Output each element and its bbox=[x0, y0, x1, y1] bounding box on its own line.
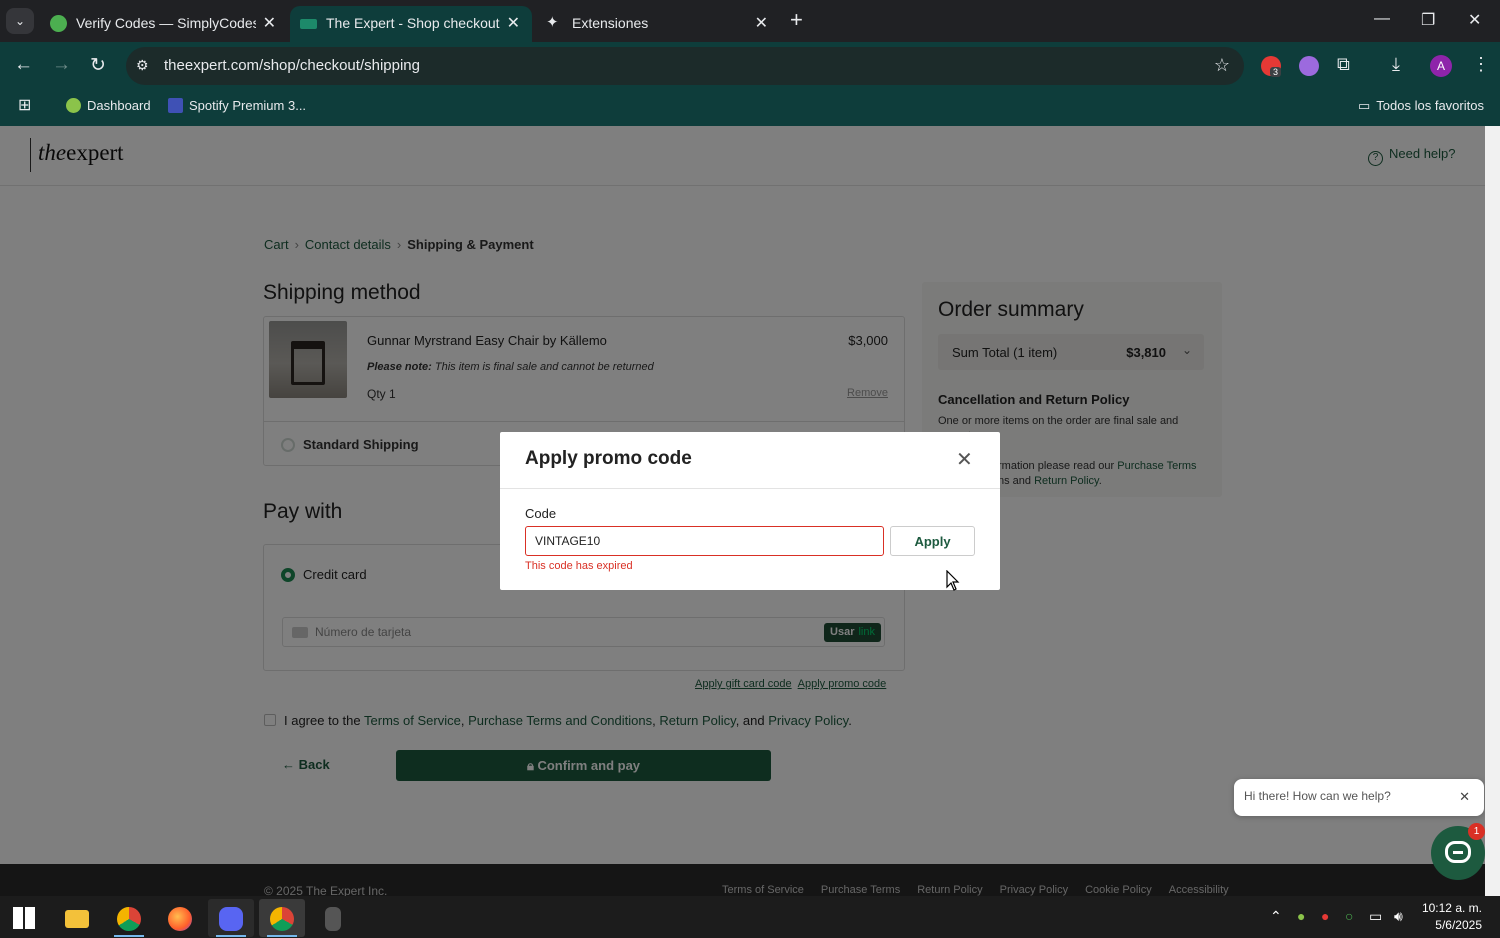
chat-badge: 1 bbox=[1468, 823, 1485, 840]
mouse-app-icon bbox=[325, 907, 341, 931]
bookmark-label: Spotify Premium 3... bbox=[189, 98, 307, 113]
taskbar-clock[interactable]: 10:12 a. m. 5/6/2025 bbox=[1418, 900, 1482, 934]
menu-icon[interactable]: ⋮ bbox=[1472, 54, 1490, 75]
star-icon[interactable]: ☆ bbox=[1214, 55, 1230, 76]
all-bookmarks-label: Todos los favoritos bbox=[1376, 98, 1484, 113]
back-icon[interactable]: ← bbox=[14, 54, 33, 76]
windows-start-button[interactable] bbox=[2, 899, 48, 937]
browser-tab-strip: ⌄ Verify Codes — SimplyCodes ✕ The Exper… bbox=[0, 0, 1500, 42]
volume-icon[interactable]: 🔊︎ bbox=[1394, 908, 1403, 925]
taskbar-discord[interactable] bbox=[208, 899, 254, 937]
tab-title: Extensiones bbox=[572, 15, 649, 31]
modal-title: Apply promo code bbox=[525, 448, 692, 469]
bookmark-label: Dashboard bbox=[87, 98, 151, 113]
reload-icon[interactable]: ↻ bbox=[90, 54, 106, 77]
extensions-icon[interactable]: ⧉ bbox=[1337, 54, 1350, 75]
chrome-tray-icon[interactable]: ● bbox=[1321, 908, 1329, 924]
close-tab-icon[interactable]: ✕ bbox=[263, 13, 276, 33]
clock-time: 10:12 a. m. bbox=[1421, 901, 1482, 915]
tab-simplycodes[interactable]: Verify Codes — SimplyCodes ✕ bbox=[40, 6, 288, 42]
spotify-icon bbox=[168, 98, 183, 113]
restore-button[interactable]: ❐ bbox=[1421, 10, 1435, 30]
modal-divider bbox=[500, 488, 1000, 489]
tab-title: The Expert - Shop checkout - Sh bbox=[326, 15, 502, 31]
checkout-page: theexpert ?Need help? Cart›Contact detai… bbox=[0, 126, 1485, 896]
apply-button[interactable]: Apply bbox=[890, 526, 975, 556]
tab-title: Verify Codes — SimplyCodes bbox=[76, 15, 256, 31]
clock-date: 5/6/2025 bbox=[1435, 918, 1482, 932]
tab-extensions[interactable]: ✦ Extensiones ✕ bbox=[536, 6, 780, 42]
close-icon[interactable]: ✕ bbox=[956, 447, 973, 472]
chat-icon bbox=[1445, 841, 1471, 863]
simplycodes-extension-icon[interactable] bbox=[1299, 56, 1319, 76]
dashboard-icon bbox=[66, 98, 81, 113]
close-tab-icon[interactable]: ✕ bbox=[755, 13, 768, 33]
site-info-icon[interactable]: ⚙ bbox=[136, 57, 149, 74]
chat-greeting[interactable]: Hi there! How can we help? ✕ bbox=[1234, 779, 1484, 816]
tray-app-icon[interactable]: ○ bbox=[1345, 908, 1353, 924]
discord-icon bbox=[219, 907, 243, 931]
tab-theexpert-checkout[interactable]: The Expert - Shop checkout - Sh ✕ bbox=[290, 6, 532, 42]
chat-greeting-text: Hi there! How can we help? bbox=[1244, 789, 1391, 803]
firefox-icon bbox=[168, 907, 192, 931]
close-icon[interactable]: ✕ bbox=[1459, 789, 1470, 805]
close-window-button[interactable]: ✕ bbox=[1468, 10, 1481, 30]
avatar[interactable]: A bbox=[1430, 55, 1452, 77]
taskbar-chrome-profile[interactable] bbox=[259, 899, 305, 937]
promo-code-modal: Apply promo code ✕ Code Apply This code … bbox=[500, 432, 1000, 590]
network-icon[interactable]: ▭ bbox=[1369, 908, 1382, 925]
url-text: theexpert.com/shop/checkout/shipping bbox=[164, 57, 420, 74]
download-icon[interactable]: ⤓ bbox=[1392, 54, 1400, 75]
chrome-icon bbox=[270, 907, 294, 931]
chrome-icon bbox=[117, 907, 141, 931]
chevron-up-icon[interactable]: ⌃ bbox=[1270, 908, 1282, 925]
new-tab-button[interactable]: + bbox=[790, 9, 803, 31]
bookmarks-bar: ⊞ Dashboard Spotify Premium 3... ▭ Todos … bbox=[0, 90, 1500, 126]
taskbar-firefox[interactable] bbox=[157, 899, 203, 937]
taskbar-app[interactable] bbox=[310, 899, 356, 937]
extension-badge: 3 bbox=[1270, 67, 1282, 77]
network-app-icon[interactable]: ● bbox=[1297, 908, 1305, 924]
bookmark-dashboard[interactable]: Dashboard bbox=[66, 98, 151, 113]
all-bookmarks[interactable]: ▭ Todos los favoritos bbox=[1358, 98, 1484, 114]
address-bar[interactable]: ⚙ theexpert.com/shop/checkout/shipping ☆ bbox=[126, 47, 1244, 85]
extension-puzzle-icon: ✦ bbox=[546, 14, 559, 31]
error-message: This code has expired bbox=[525, 560, 633, 572]
taskbar-chrome[interactable] bbox=[106, 899, 152, 937]
close-tab-icon[interactable]: ✕ bbox=[507, 13, 520, 33]
windows-taskbar: ⌃ ● ● ○ ▭ 🔊︎ 10:12 a. m. 5/6/2025 bbox=[0, 896, 1500, 938]
bookmark-spotify[interactable]: Spotify Premium 3... bbox=[168, 98, 306, 113]
code-label: Code bbox=[525, 506, 557, 521]
folder-icon bbox=[65, 910, 89, 928]
mouse-cursor-icon bbox=[946, 569, 960, 592]
simplycodes-icon bbox=[50, 15, 67, 32]
apps-icon[interactable]: ⊞ bbox=[18, 95, 31, 115]
page-scrollbar[interactable] bbox=[1485, 126, 1500, 896]
taskbar-file-explorer[interactable] bbox=[54, 899, 100, 937]
folder-icon: ▭ bbox=[1358, 98, 1371, 113]
minimize-button[interactable]: — bbox=[1374, 10, 1390, 28]
browser-toolbar: ← → ↻ ⚙ theexpert.com/shop/checkout/ship… bbox=[0, 42, 1500, 90]
tab-search-icon[interactable]: ⌄ bbox=[6, 8, 34, 34]
theexpert-icon bbox=[300, 19, 317, 29]
promo-code-input[interactable] bbox=[525, 526, 884, 556]
forward-icon[interactable]: → bbox=[52, 54, 71, 76]
windows-icon bbox=[13, 907, 35, 929]
